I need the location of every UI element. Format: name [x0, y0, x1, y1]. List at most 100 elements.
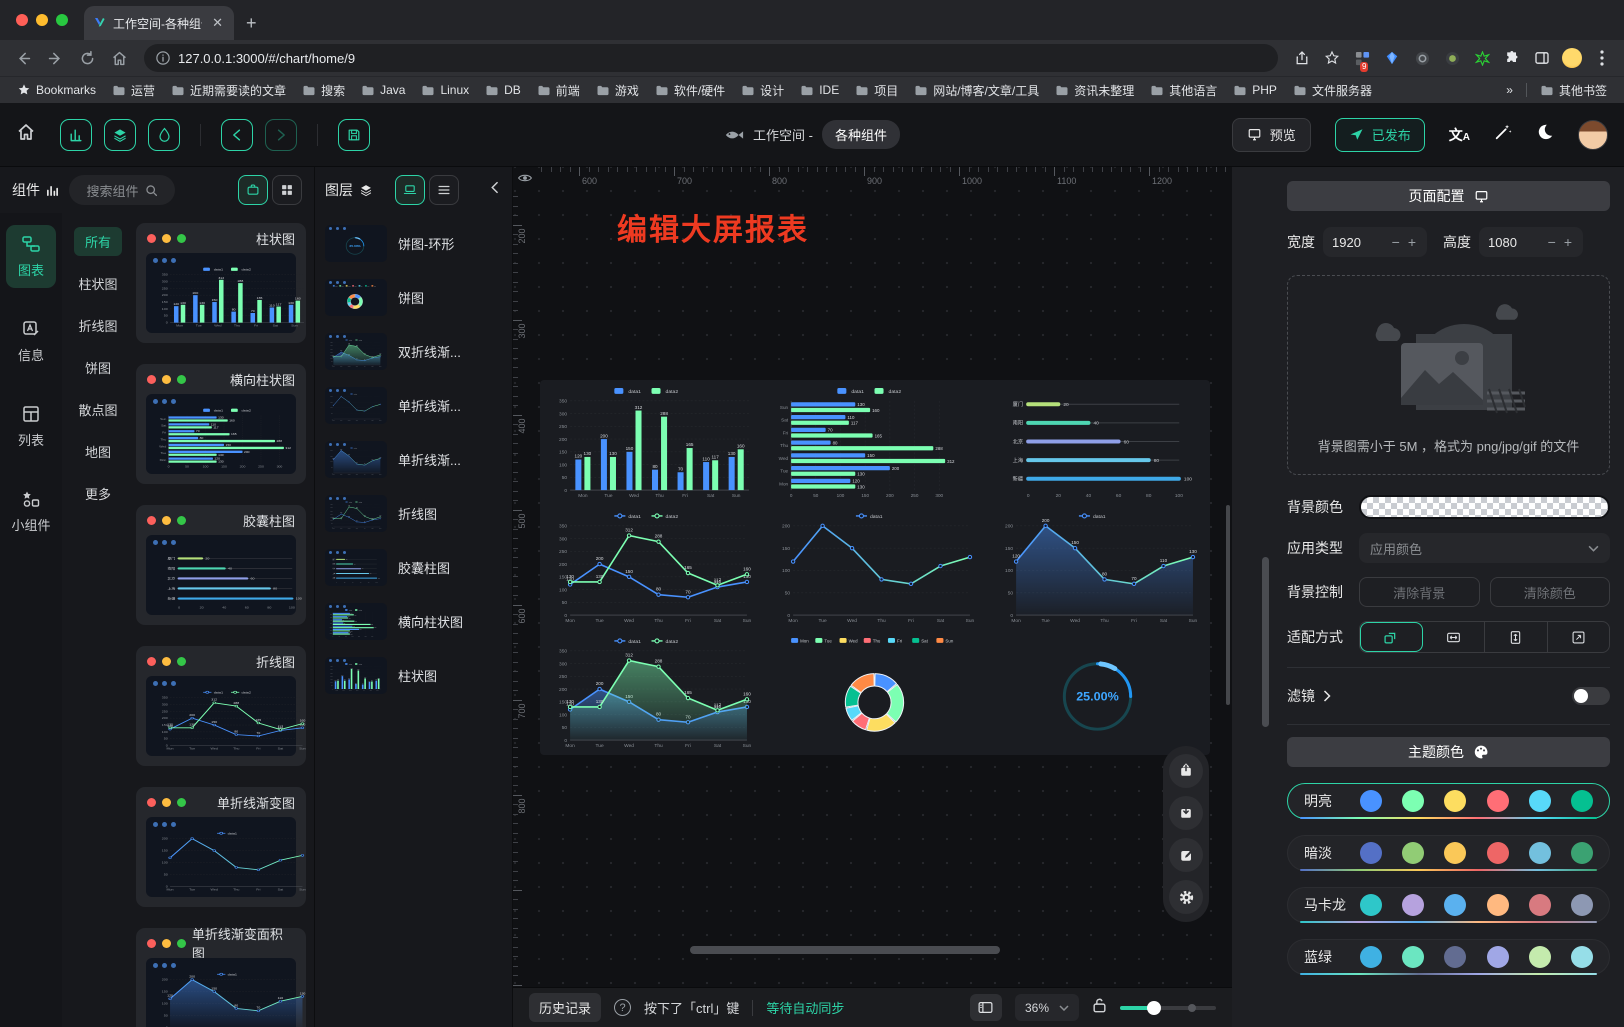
- component-card[interactable]: 胶囊柱图厦门20南阳40北京60上海80新疆100020406080100: [136, 505, 306, 625]
- history-button[interactable]: 历史记录: [529, 993, 601, 1022]
- bookmark-item[interactable]: Java: [354, 81, 412, 99]
- dashboard-chart-slot[interactable]: MonTueWedThuFriSatSun: [769, 633, 980, 757]
- layers-list-view-toggle[interactable]: [429, 175, 459, 205]
- language-toggle-icon[interactable]: 文A: [1449, 125, 1470, 145]
- bottom-panel-toggle[interactable]: [970, 994, 1002, 1021]
- chart-line-gradient[interactable]: 050100150200data1MonTueWedThuFriSatSun: [769, 508, 980, 627]
- redo-button[interactable]: [265, 119, 297, 151]
- bookmark-item[interactable]: 前端: [530, 80, 587, 101]
- dashboard-chart-slot[interactable]: 050100150200250300350data1data2120200150…: [546, 633, 757, 757]
- single-column-view-toggle[interactable]: [238, 175, 268, 205]
- category-更多[interactable]: 更多: [74, 479, 122, 508]
- tab-close-icon[interactable]: ✕: [209, 15, 226, 31]
- chart-line-gradient[interactable]: 050100150200data1MonTueWedThuFriSatSun: [152, 829, 310, 893]
- fit-width-option[interactable]: [1423, 622, 1486, 652]
- chart-line-single-area[interactable]: 050100150200data11202001508070110130MonT…: [152, 970, 310, 1027]
- theme-color-header[interactable]: 主题颜色: [1287, 737, 1610, 767]
- layers-thumbnail-view-toggle[interactable]: [395, 175, 425, 205]
- canvas-horizontal-scrollbar[interactable]: [690, 946, 1000, 954]
- chevron-right-icon[interactable]: [1323, 690, 1331, 702]
- sidebar-item-图表[interactable]: 图表: [6, 225, 56, 288]
- chart-line-gradient[interactable]: 050100150200data1MonTueWedThuFriSatSun: [327, 392, 383, 422]
- clear-background-button[interactable]: 清除背景: [1359, 577, 1480, 607]
- theme-option-明亮[interactable]: 明亮: [1287, 783, 1610, 819]
- chart-bar-grouped[interactable]: 050100150200250300350data1data2Mon120130…: [327, 662, 383, 692]
- dashboard-chart-slot[interactable]: 050100150200250300350data1data2120200150…: [546, 508, 757, 632]
- bookmark-item[interactable]: 软件/硬件: [648, 80, 732, 101]
- workspace-name-pill[interactable]: 各种组件: [822, 120, 900, 149]
- dashboard-chart-slot[interactable]: 25.00%: [992, 633, 1203, 757]
- bookmark-item[interactable]: 项目: [848, 80, 905, 101]
- export-icon[interactable]: [1169, 754, 1203, 788]
- sidebar-item-列表[interactable]: 列表: [6, 395, 56, 458]
- reload-icon[interactable]: [74, 45, 100, 71]
- bookmark-item[interactable]: 文件服务器: [1286, 80, 1379, 101]
- bookmark-item[interactable]: 游戏: [589, 80, 646, 101]
- theme-wand-icon[interactable]: [1494, 123, 1512, 146]
- other-bookmarks[interactable]: 其他书签: [1533, 80, 1614, 101]
- height-increment[interactable]: +: [1562, 234, 1574, 250]
- browser-menu-icon[interactable]: [1590, 46, 1614, 70]
- design-canvas[interactable]: 600700800900100011001200 200300400500600…: [513, 167, 1232, 987]
- layer-item[interactable]: 050100150200250300350data1data2Mon120130…: [325, 657, 502, 694]
- traffic-lights[interactable]: [0, 14, 84, 26]
- eye-icon[interactable]: [517, 170, 533, 191]
- extension-star-icon[interactable]: [1470, 46, 1494, 70]
- zoom-select[interactable]: 36%: [1015, 994, 1079, 1021]
- preview-button[interactable]: 预览: [1232, 118, 1311, 152]
- width-decrement[interactable]: −: [1390, 234, 1402, 250]
- extension-dot-icon[interactable]: [1440, 46, 1464, 70]
- chart-bar-grouped[interactable]: 050100150200250300350data1data2Mon120130…: [546, 383, 757, 502]
- chart-line-dual-area[interactable]: 050100150200250300350data1data2120200150…: [327, 338, 383, 368]
- dashboard-chart-slot[interactable]: 050100150200250300350data1data2Mon120130…: [546, 383, 757, 507]
- width-increment[interactable]: +: [1406, 234, 1418, 250]
- browser-tab[interactable]: 工作空间-各种组件 ✕: [84, 6, 234, 40]
- theme-option-马卡龙[interactable]: 马卡龙: [1287, 887, 1610, 923]
- chart-hbar-grouped[interactable]: data1data2050100150200250300Sun130160Sat…: [327, 608, 383, 638]
- bookmark-item[interactable]: 网站/博客/文章/工具: [907, 80, 1046, 101]
- chart-ring-progress[interactable]: 25.00%: [327, 230, 383, 260]
- component-card[interactable]: 柱状图050100150200250300350data1data2Mon120…: [136, 223, 306, 343]
- chart-hbar-grouped[interactable]: data1data2050100150200250300Sun130160Sat…: [152, 406, 310, 470]
- user-avatar[interactable]: [1578, 120, 1608, 150]
- bookmark-star-icon[interactable]: [1320, 46, 1344, 70]
- search-components-input[interactable]: 搜索组件: [69, 175, 175, 205]
- bookmark-item[interactable]: 设计: [734, 80, 791, 101]
- app-type-select[interactable]: 应用颜色: [1359, 533, 1610, 563]
- help-icon[interactable]: ?: [614, 999, 631, 1016]
- component-card[interactable]: 横向柱状图data1data2050100150200250300Sun1301…: [136, 364, 306, 484]
- bookmark-item[interactable]: DB: [478, 81, 528, 99]
- side-panel-icon[interactable]: [1530, 46, 1554, 70]
- close-window-button[interactable]: [16, 14, 28, 26]
- layer-item[interactable]: 厦门20南阳40北京60上海80新疆100020406080100胶囊柱图: [325, 549, 502, 586]
- bookmark-item[interactable]: 运营: [105, 80, 162, 101]
- chart-capsule[interactable]: 厦门20南阳40北京60上海80新疆100020406080100: [152, 547, 310, 611]
- site-info-icon[interactable]: [156, 51, 170, 65]
- undo-button[interactable]: [221, 119, 253, 151]
- width-input[interactable]: 1920 − +: [1323, 227, 1427, 257]
- settings-scrollbar[interactable]: [1262, 557, 1269, 727]
- bookmark-item[interactable]: Linux: [414, 81, 476, 99]
- chart-line-dual[interactable]: 050100150200250300350data1data2120200150…: [546, 508, 757, 627]
- forward-icon[interactable]: [42, 45, 68, 71]
- collapse-layers-icon[interactable]: [489, 181, 502, 199]
- grid-view-toggle[interactable]: [272, 175, 302, 205]
- layers-panel-toggle[interactable]: [104, 119, 136, 151]
- chart-pie-donut[interactable]: MonTueWedThuFriSatSun: [769, 633, 980, 752]
- fit-height-option[interactable]: [1485, 622, 1548, 652]
- component-card[interactable]: 单折线渐变面积图050100150200data1120200150807011…: [136, 928, 306, 1027]
- page-config-header[interactable]: 页面配置: [1287, 181, 1610, 211]
- height-input[interactable]: 1080 − +: [1479, 227, 1583, 257]
- category-地图[interactable]: 地图: [74, 437, 122, 466]
- category-柱状图[interactable]: 柱状图: [67, 269, 128, 298]
- layer-item[interactable]: 050100150200data1MonTueWedThuFriSatSun单折…: [325, 387, 502, 424]
- profile-avatar[interactable]: [1560, 46, 1584, 70]
- address-bar[interactable]: 127.0.0.1:3000/#/chart/home/9: [144, 44, 1278, 72]
- extension-grid-icon[interactable]: 9: [1350, 46, 1374, 70]
- theme-option-蓝绿[interactable]: 蓝绿: [1287, 939, 1610, 975]
- back-icon[interactable]: [10, 45, 36, 71]
- chart-line-dual[interactable]: 050100150200250300350data1data2120200150…: [152, 688, 310, 752]
- canvas-vertical-scrollbar[interactable]: [1226, 505, 1230, 705]
- category-饼图[interactable]: 饼图: [74, 353, 122, 382]
- sidebar-item-信息[interactable]: 信息: [6, 310, 56, 373]
